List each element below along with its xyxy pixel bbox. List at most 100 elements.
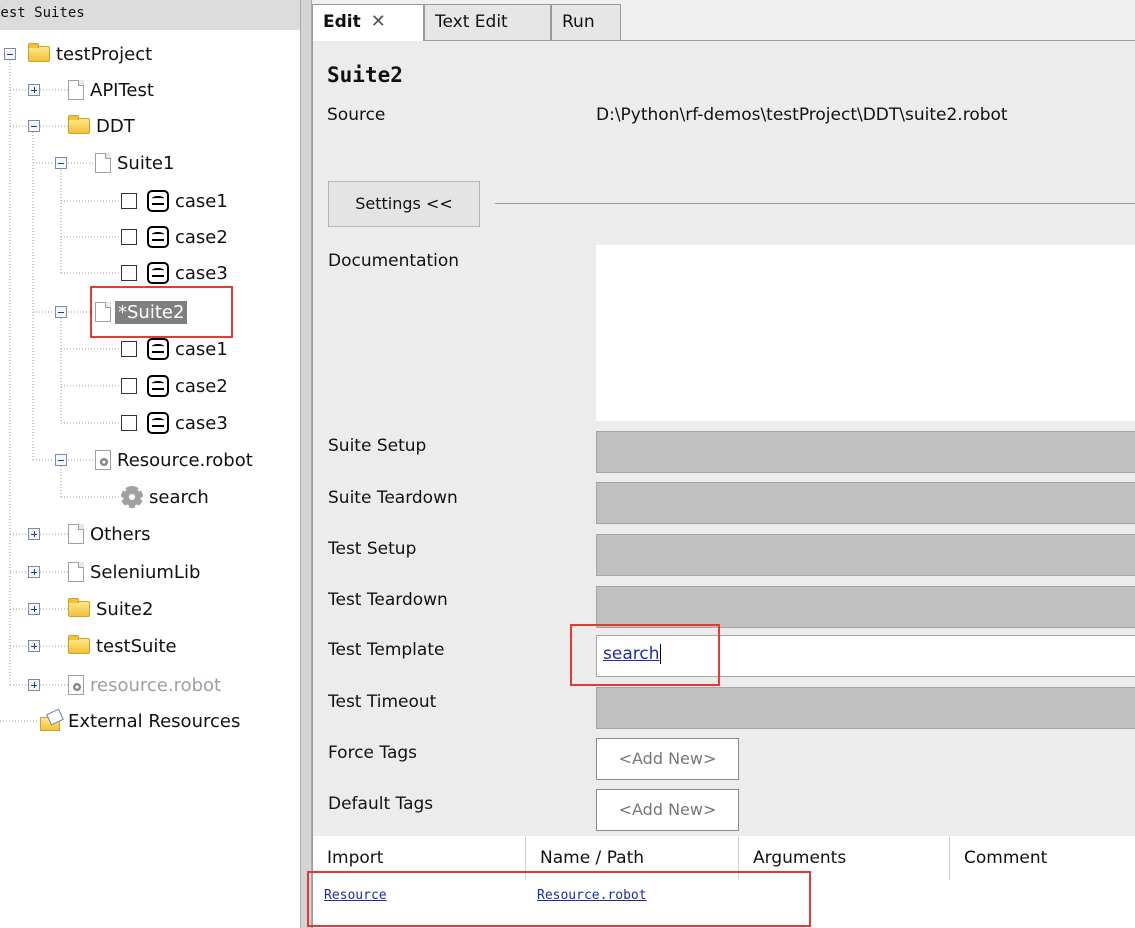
tree-node-label: Suite2: [96, 598, 154, 620]
source-path: D:\Python\rf-demos\testProject\DDT\suite…: [596, 105, 1008, 125]
expand-icon[interactable]: [28, 84, 40, 96]
case-checkbox[interactable]: [121, 341, 137, 357]
robot-icon: [147, 412, 169, 434]
case-checkbox[interactable]: [121, 378, 137, 394]
tree-node-testsuite[interactable]: testSuite: [28, 631, 179, 661]
tree-node-label: testProject: [56, 43, 153, 65]
tree-node-seleniumlib[interactable]: SeleniumLib: [28, 557, 202, 587]
case-checkbox[interactable]: [121, 193, 137, 209]
robot-icon: [147, 262, 169, 284]
collapse-icon[interactable]: [28, 120, 40, 132]
tree-node-case[interactable]: case2: [121, 222, 230, 252]
test-timeout-label: Test Timeout: [328, 692, 437, 712]
panel-splitter[interactable]: [300, 0, 312, 928]
test-setup-field[interactable]: [596, 534, 1135, 576]
editor-tabbar: Edit ✕ Text Edit Run: [312, 0, 1135, 41]
suite-teardown-field[interactable]: [596, 482, 1135, 524]
close-icon[interactable]: ✕: [371, 11, 386, 32]
force-tags-add-new-button[interactable]: <Add New>: [596, 738, 739, 780]
tree-node-external-resources[interactable]: External Resources: [40, 706, 242, 736]
tree-node-resource-robot[interactable]: Resource.robot: [55, 445, 255, 475]
tree-node-case[interactable]: case1: [121, 334, 230, 364]
tree-node-ddt[interactable]: DDT: [28, 111, 137, 141]
default-tags-add-new-button[interactable]: <Add New>: [596, 789, 739, 831]
tab-text-edit[interactable]: Text Edit: [424, 4, 551, 40]
robot-icon: [147, 190, 169, 212]
resource-file-icon: [95, 450, 111, 470]
expand-icon[interactable]: [28, 603, 40, 615]
tree-node-label: case1: [175, 338, 228, 360]
case-checkbox[interactable]: [121, 265, 137, 281]
test-timeout-field[interactable]: [596, 687, 1135, 729]
settings-toggle-button[interactable]: Settings <<: [328, 181, 480, 227]
test-template-field[interactable]: search: [596, 635, 1135, 677]
file-icon: [68, 80, 84, 100]
file-icon: [68, 562, 84, 582]
documentation-label: Documentation: [328, 251, 460, 271]
tab-edit[interactable]: Edit ✕: [312, 4, 424, 41]
tab-label: Edit: [323, 12, 361, 32]
expand-icon[interactable]: [28, 528, 40, 540]
tree-node-label: Others: [90, 523, 151, 545]
tab-label: Run: [562, 12, 595, 32]
folder-icon: [68, 635, 90, 654]
tree-node-case[interactable]: case3: [121, 408, 230, 438]
tree-node-label: External Resources: [68, 710, 241, 732]
test-template-label: Test Template: [328, 640, 445, 660]
collapse-icon[interactable]: [55, 157, 67, 169]
tree-node-case[interactable]: case1: [121, 186, 230, 216]
tree-node-label: *Suite2: [115, 300, 188, 324]
test-template-link[interactable]: search: [603, 644, 662, 664]
expand-icon[interactable]: [28, 640, 40, 652]
gear-icon: [121, 486, 143, 508]
tree-node-label: testSuite: [96, 635, 177, 657]
suite-setup-field[interactable]: [596, 431, 1135, 473]
suite-title: Suite2: [327, 63, 403, 87]
suite-setup-label: Suite Setup: [328, 436, 427, 456]
import-path-link[interactable]: Resource.robot: [537, 888, 647, 903]
tree-node-keyword-search[interactable]: search: [121, 482, 211, 512]
collapse-icon[interactable]: [55, 306, 67, 318]
column-header-arguments[interactable]: Arguments: [739, 836, 950, 880]
tree-node-label: APITest: [90, 79, 154, 101]
column-header-import[interactable]: Import: [313, 836, 526, 880]
tree-node-resource-robot-root[interactable]: resource.robot: [28, 670, 223, 700]
expand-icon[interactable]: [28, 566, 40, 578]
tree-node-label: search: [149, 486, 209, 508]
column-header-name-path[interactable]: Name / Path: [526, 836, 739, 880]
collapse-icon[interactable]: [55, 454, 67, 466]
tree-node-suite2-folder[interactable]: Suite2: [28, 594, 155, 624]
case-checkbox[interactable]: [121, 229, 137, 245]
robot-icon: [147, 338, 169, 360]
tree-node-case[interactable]: case3: [121, 258, 230, 288]
column-header-comment[interactable]: Comment: [950, 836, 1135, 880]
tree-node-case[interactable]: case2: [121, 371, 230, 401]
tree-node-label: case3: [175, 412, 228, 434]
tree-node-suite1[interactable]: Suite1: [55, 148, 176, 178]
file-icon: [68, 524, 84, 544]
suite-editor: Edit ✕ Text Edit Run Suite2 Source D:\Pyt…: [307, 0, 1135, 928]
tree-node-testproject[interactable]: testProject: [4, 39, 154, 69]
folder-icon: [28, 43, 50, 62]
tree-node-label: case2: [175, 375, 228, 397]
settings-divider: [495, 203, 1135, 204]
tree-node-apitest[interactable]: APITest: [28, 75, 156, 105]
tree-node-label: case3: [175, 262, 228, 284]
import-type-link[interactable]: Resource: [324, 888, 387, 903]
tree-node-suite2-selected[interactable]: *Suite2: [55, 297, 188, 327]
resource-file-icon: [68, 675, 84, 695]
file-icon: [95, 302, 111, 322]
test-teardown-label: Test Teardown: [328, 590, 448, 610]
tree-node-others[interactable]: Others: [28, 519, 153, 549]
collapse-icon[interactable]: [4, 48, 16, 60]
expand-icon[interactable]: [28, 679, 40, 691]
default-tags-label: Default Tags: [328, 794, 434, 814]
external-resources-icon: [40, 711, 62, 731]
test-teardown-field[interactable]: [596, 586, 1135, 628]
documentation-editor[interactable]: [596, 245, 1135, 421]
folder-icon: [68, 115, 90, 134]
case-checkbox[interactable]: [121, 415, 137, 431]
force-tags-label: Force Tags: [328, 743, 418, 763]
tree-node-label: case1: [175, 190, 228, 212]
tab-run[interactable]: Run: [551, 4, 621, 40]
